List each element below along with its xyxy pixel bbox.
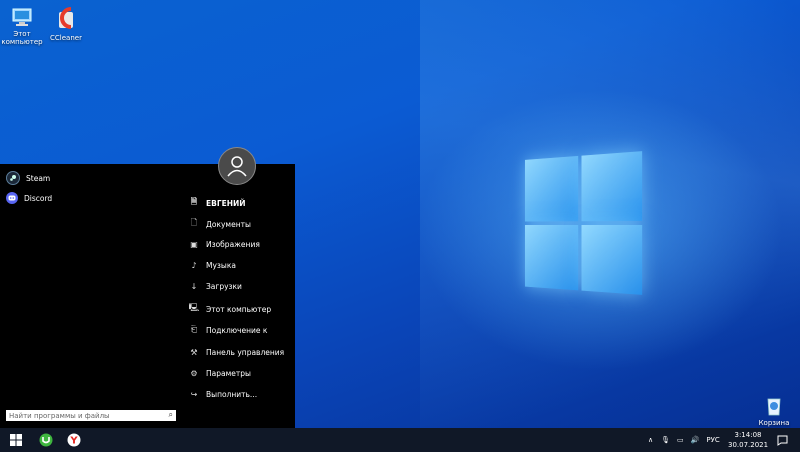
connect-icon: ⎗ bbox=[190, 325, 198, 335]
pinned-item-label: Steam bbox=[26, 173, 51, 183]
start-search-box[interactable]: Найти программы и файлы ⌕ bbox=[6, 410, 176, 421]
pictures-icon: ▣ bbox=[190, 240, 198, 250]
clock-date: 30.07.2021 bbox=[728, 441, 769, 449]
computer-icon bbox=[12, 8, 32, 26]
search-icon[interactable]: ⌕ bbox=[169, 410, 173, 420]
recycle-bin-icon bbox=[767, 398, 781, 416]
settings-icon: ⚙ bbox=[190, 369, 198, 379]
ccleaner-icon bbox=[59, 7, 73, 29]
place-label: Выполнить... bbox=[206, 390, 258, 400]
taskbar-utorrent[interactable] bbox=[32, 428, 60, 452]
place-label: Музыка bbox=[206, 261, 236, 271]
user-folder-icon: 🗎 bbox=[190, 197, 198, 207]
user-avatar[interactable] bbox=[218, 147, 256, 185]
discord-icon bbox=[6, 192, 18, 204]
place-label: Изображения bbox=[206, 240, 260, 250]
place-label: Параметры bbox=[206, 369, 251, 379]
pinned-item-discord[interactable]: Discord bbox=[0, 188, 180, 208]
taskbar-yandex-browser[interactable]: Y bbox=[60, 428, 88, 452]
utorrent-icon bbox=[39, 433, 53, 447]
pinned-item-steam[interactable]: Steam bbox=[0, 168, 180, 188]
microphone-icon[interactable]: 🎙 bbox=[661, 436, 670, 444]
place-settings[interactable]: ⚙ Параметры bbox=[188, 363, 294, 384]
yandex-browser-icon: Y bbox=[67, 433, 81, 447]
show-hidden-icons-icon[interactable]: ∧ bbox=[648, 436, 653, 444]
place-pictures[interactable]: ▣ Изображения bbox=[188, 235, 294, 256]
place-label: Загрузки bbox=[206, 282, 242, 292]
desktop-icon-label: Этот компьютер bbox=[1, 30, 43, 46]
system-tray: ∧ 🎙 ▭ 🔊 РУС bbox=[648, 428, 720, 452]
place-label: Панель управления bbox=[206, 348, 285, 358]
user-avatar-icon bbox=[227, 156, 247, 177]
desktop-icon-label: CCleaner bbox=[50, 34, 82, 42]
place-connect-to[interactable]: ⎗ Подключение к bbox=[188, 320, 294, 341]
notifications-icon bbox=[777, 435, 787, 446]
desktop-icon-recycle-bin[interactable]: Корзина bbox=[752, 395, 796, 427]
volume-icon[interactable]: 🔊 bbox=[691, 436, 700, 444]
desktop-icon-this-pc[interactable]: Этот компьютер bbox=[0, 6, 44, 46]
wallpaper-windows-logo bbox=[524, 151, 644, 299]
search-placeholder: Найти программы и файлы bbox=[9, 411, 110, 420]
network-icon[interactable]: ▭ bbox=[677, 436, 684, 444]
place-label: Подключение к bbox=[206, 325, 268, 335]
pinned-item-label: Discord bbox=[24, 193, 53, 203]
music-icon: ♪ bbox=[191, 261, 197, 271]
pinned-programs: Steam Discord bbox=[0, 168, 180, 208]
start-button[interactable] bbox=[2, 428, 30, 452]
place-downloads[interactable]: ↓ Загрузки bbox=[188, 276, 294, 297]
place-run[interactable]: ↪ Выполнить... bbox=[188, 384, 294, 405]
place-documents[interactable]: 🗋 Документы bbox=[188, 214, 294, 235]
desktop-icon-ccleaner[interactable]: CCleaner bbox=[44, 6, 88, 42]
place-label: Документы bbox=[206, 219, 251, 229]
language-indicator[interactable]: РУС bbox=[706, 436, 719, 444]
place-label: Этот компьютер bbox=[206, 304, 272, 314]
windows-start-icon bbox=[10, 434, 22, 446]
downloads-icon: ↓ bbox=[190, 282, 198, 292]
documents-icon: 🗋 bbox=[190, 218, 198, 228]
taskbar: Y ∧ 🎙 ▭ 🔊 РУС 3:14:08 30.07.2021 bbox=[0, 428, 800, 452]
action-center-button[interactable] bbox=[770, 428, 794, 452]
place-control-panel[interactable]: ⚒ Панель управления bbox=[188, 343, 294, 364]
steam-icon bbox=[6, 171, 20, 185]
svg-text:Y: Y bbox=[69, 436, 78, 447]
run-icon: ↪ bbox=[190, 390, 198, 400]
place-this-pc[interactable]: 🖳 Этот компьютер bbox=[188, 299, 294, 320]
computer-icon: 🖳 bbox=[188, 303, 200, 313]
start-menu-places: 🗎 ЕВГЕНИЙ 🗋 Документы ▣ Изображения ♪ Му… bbox=[188, 193, 294, 405]
desktop-icon-label: Корзина bbox=[758, 419, 790, 427]
control-panel-icon: ⚒ bbox=[190, 348, 198, 358]
place-music[interactable]: ♪ Музыка bbox=[188, 255, 294, 276]
clock[interactable]: 3:14:08 30.07.2021 bbox=[728, 430, 768, 450]
place-user-folder[interactable]: 🗎 ЕВГЕНИЙ bbox=[188, 193, 294, 214]
place-label: ЕВГЕНИЙ bbox=[206, 198, 246, 208]
clock-time: 3:14:08 bbox=[734, 431, 762, 439]
